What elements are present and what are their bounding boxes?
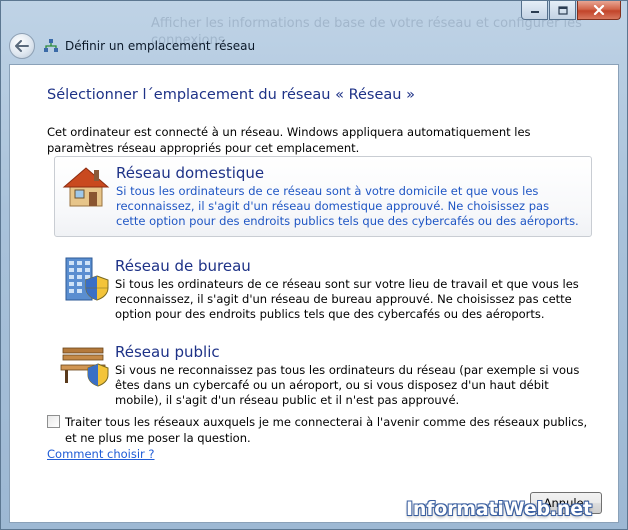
option-public-title: Réseau public <box>115 343 220 361</box>
public-networks-checkbox-label: Traiter tous les réseaux auxquels je me … <box>65 415 588 445</box>
title-bar: Définir un emplacement réseau <box>9 29 619 63</box>
option-home-description: Si tous les ordinateurs de ce réseau son… <box>116 184 579 228</box>
window-title: Définir un emplacement réseau <box>65 39 256 53</box>
content-pane: Sélectionner l´emplacement du réseau « R… <box>9 64 619 523</box>
intro-text: Cet ordinateur est connecté à un réseau.… <box>47 125 531 155</box>
option-office-network[interactable]: Réseau de bureau Si tous les ordinateurs… <box>54 250 592 329</box>
park-bench-shield-icon <box>60 347 109 387</box>
option-office-description: Si tous les ordinateurs de ce réseau son… <box>115 277 579 321</box>
maximize-icon <box>557 5 568 15</box>
network-icon <box>44 39 58 52</box>
minimize-icon <box>530 11 539 13</box>
house-icon <box>62 167 110 207</box>
help-link[interactable]: Comment choisir ? <box>47 447 155 461</box>
watermark-text: InformatiWeb.net <box>406 498 592 520</box>
caption-buttons <box>521 1 621 20</box>
close-button[interactable] <box>577 1 621 20</box>
option-office-title: Réseau de bureau <box>115 257 251 275</box>
minimize-button[interactable] <box>521 1 548 20</box>
dialog-window: Afficher les informations de base de vot… <box>0 0 628 530</box>
office-building-shield-icon <box>65 257 109 301</box>
close-icon <box>593 5 605 15</box>
option-public-description: Si vous ne reconnaissez pas tous les ord… <box>115 363 580 407</box>
public-networks-checkbox-row[interactable]: Traiter tous les réseaux auxquels je me … <box>47 414 592 446</box>
back-button[interactable] <box>9 33 35 59</box>
page-title: Sélectionner l´emplacement du réseau « R… <box>47 87 415 103</box>
public-networks-checkbox[interactable] <box>47 415 60 428</box>
maximize-button[interactable] <box>549 1 576 20</box>
back-arrow-icon <box>15 40 29 52</box>
option-public-network[interactable]: Réseau public Si vous ne reconnaissez pa… <box>54 336 592 415</box>
watermark: InformatiWeb.net <box>406 494 592 524</box>
option-home-title: Réseau domestique <box>116 164 265 182</box>
option-home-network[interactable]: Réseau domestique Si tous les ordinateur… <box>54 156 592 237</box>
